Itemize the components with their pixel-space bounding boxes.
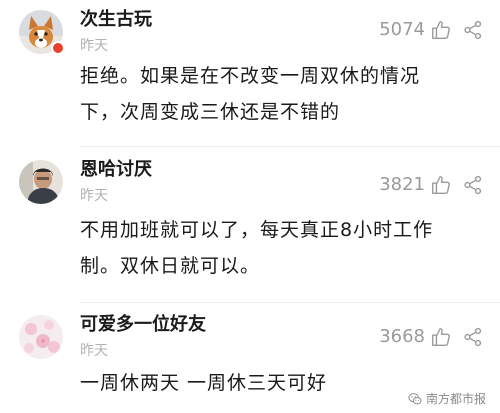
thumbs-up-icon[interactable] xyxy=(430,326,452,348)
share-icon[interactable] xyxy=(463,175,483,195)
comment-time: 昨天 xyxy=(80,188,108,204)
comment-text-line: 拒绝。如果是在不改变一周双休的情况 xyxy=(80,65,421,87)
comment-item: 次生古玩 昨天 5074 拒绝。如果是在不改变一周双休的情况 下，次周变成三休还… xyxy=(0,0,500,148)
wechat-logo-icon xyxy=(408,392,422,404)
comment-text-line: 不用加班就可以了，每天真正8小时工作 xyxy=(80,219,434,241)
watermark: 南方都市报 xyxy=(408,390,486,407)
comment-text: 拒绝。如果是在不改变一周双休的情况 下，次周变成三休还是不错的 xyxy=(80,58,480,130)
comment-time: 昨天 xyxy=(80,38,108,54)
comment-list: 次生古玩 昨天 5074 拒绝。如果是在不改变一周双休的情况 下，次周变成三休还… xyxy=(0,0,500,413)
comment-username[interactable]: 可爱多一位好友 xyxy=(80,315,206,335)
thumbs-up-icon[interactable] xyxy=(430,174,452,196)
comment-item: 恩哈讨厌 昨天 3821 不用加班就可以了，每天真正8小时工作 制。双休日就可以… xyxy=(0,148,500,302)
verified-badge xyxy=(51,41,65,55)
avatar[interactable] xyxy=(19,160,63,204)
pink-blossom-avatar-icon xyxy=(19,315,63,359)
comment-text: 不用加班就可以了，每天真正8小时工作 制。双休日就可以。 xyxy=(80,212,480,284)
like-count: 3821 xyxy=(379,174,425,195)
divider xyxy=(80,146,500,147)
share-icon[interactable] xyxy=(463,327,483,347)
thumbs-up-icon[interactable] xyxy=(430,19,452,41)
like-count: 3668 xyxy=(379,326,425,347)
comment-text-line: 下，次周变成三休还是不错的 xyxy=(80,101,341,123)
avatar[interactable] xyxy=(19,10,65,55)
comment-username[interactable]: 次生古玩 xyxy=(80,10,152,30)
person-photo-avatar-icon xyxy=(19,160,63,204)
watermark-text: 南方都市报 xyxy=(425,392,486,406)
comment-username[interactable]: 恩哈讨厌 xyxy=(80,160,152,180)
avatar[interactable] xyxy=(19,315,63,359)
like-count: 5074 xyxy=(379,19,425,40)
comment-text-line: 制。双休日就可以。 xyxy=(80,255,261,277)
comment-time: 昨天 xyxy=(80,343,108,359)
share-icon[interactable] xyxy=(463,20,483,40)
